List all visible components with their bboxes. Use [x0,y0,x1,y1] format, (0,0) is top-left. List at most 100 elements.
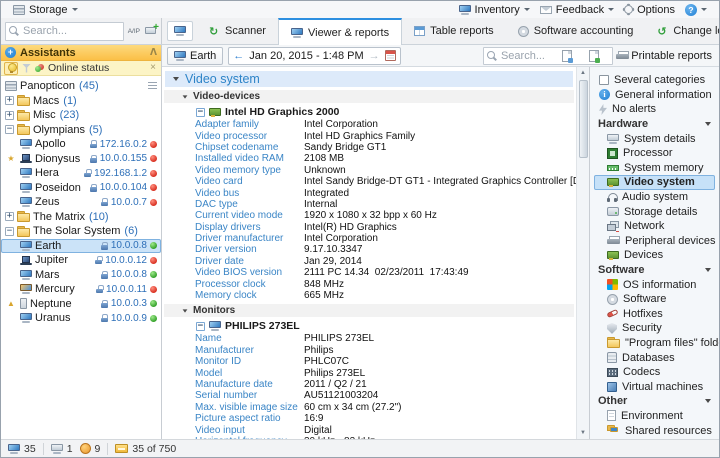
category-item-os-information[interactable]: OS information [594,277,715,292]
tree-expander-icon[interactable]: − [5,227,14,236]
search-icon [9,26,19,36]
category-section-other[interactable]: Other [594,394,715,409]
category-section-software[interactable]: Software [594,263,715,278]
sidebar-search-input[interactable] [5,22,124,41]
tree-expander-icon[interactable]: + [5,96,14,105]
category-item-shared-resources[interactable]: Shared resources [594,423,715,438]
device-node-intel-hd-graphics-2000[interactable]: −Intel HD Graphics 2000 [162,105,576,119]
category-section-hardware[interactable]: Hardware [594,117,715,132]
tree-item-apollo[interactable]: Apollo172.16.0.2 [1,137,161,152]
tree-item-macs[interactable]: +Macs(1) [1,94,161,109]
tab-change-log[interactable]: Change log [645,18,720,44]
tree-item-the-solar-system[interactable]: −The Solar System(6) [1,224,161,239]
category-item-several-categories[interactable]: Several categories [594,73,715,88]
tree-item-earth[interactable]: Earth10.0.0.8 [1,239,161,254]
tab-scanner[interactable]: Scanner [197,18,278,44]
assistants-header[interactable]: Assistants ᐱ [1,45,161,61]
category-item-devices[interactable]: Devices [594,248,715,263]
report-title-band[interactable]: Video system [165,71,573,87]
tab-label: Scanner [225,25,266,37]
tree-item-dionysus[interactable]: ★Dionysus10.0.0.155 [1,152,161,167]
tree-item-uranus[interactable]: Uranus10.0.0.9 [1,311,161,326]
online-status-assistant[interactable]: Online status × [1,61,161,76]
close-icon[interactable]: × [150,63,158,73]
next-snapshot-icon[interactable]: → [369,48,380,64]
collapse-category-icon[interactable] [705,122,711,126]
tree-expander-icon[interactable]: − [5,125,14,134]
category-item-audio-system[interactable]: Audio system [594,190,715,205]
printer-icon [607,236,620,246]
node-expander-icon[interactable]: − [196,108,205,117]
scroll-up-icon[interactable]: ▲ [577,67,590,79]
scroll-down-icon[interactable]: ▼ [577,427,590,439]
tree-item-zeus[interactable]: Zeus10.0.0.7 [1,195,161,210]
category-item-virtual-machines[interactable]: Virtual machines [594,379,715,394]
category-item-general-information[interactable]: General information [594,88,715,103]
tree-item-neptune[interactable]: ▲Neptune10.0.0.3 [1,297,161,312]
tree-expander-icon[interactable]: + [5,212,14,221]
tree-item-mercury[interactable]: Mercury10.0.0.11 [1,282,161,297]
collapse-category-icon[interactable] [705,399,711,403]
section-header-monitors[interactable]: Monitors [164,304,574,317]
collapse-category-icon[interactable] [705,268,711,272]
tree-item-ip-group: 192.168.1.2 [84,168,157,179]
tree-item-misc[interactable]: +Misc(23) [1,108,161,123]
collapse-section-icon[interactable] [183,95,188,98]
tab-software-accounting[interactable]: Software accounting [506,18,646,44]
tree-item-label: Neptune [30,298,72,310]
scrollbar-thumb[interactable] [579,80,588,158]
category-item-environment[interactable]: Environment [594,409,715,424]
tree-item-count: (5) [89,124,102,136]
device-view-button[interactable] [167,21,193,41]
category-item-processor[interactable]: Processor [594,146,715,161]
category-item-security[interactable]: Security [594,321,715,336]
category-item-video-system[interactable]: Video system [594,175,715,190]
storage-menu[interactable]: Storage [8,1,83,18]
tab-viewer-reports[interactable]: Viewer & reports [278,18,402,45]
tree-item-mars[interactable]: Mars10.0.0.8 [1,268,161,283]
category-item-network[interactable]: Network [594,219,715,234]
category-item-software[interactable]: Software [594,292,715,307]
lock-icon [90,184,97,192]
tree-item-jupiter[interactable]: Jupiter10.0.0.12 [1,253,161,268]
help-menu[interactable]: ? [680,4,712,16]
options-button[interactable]: Options [619,4,680,16]
collapse-section-icon[interactable] [183,309,188,312]
tree-display-options-icon[interactable] [148,82,157,90]
add-device-icon[interactable] [144,26,157,37]
tree-item-panopticon[interactable]: Panopticon(45) [1,79,161,94]
node-expander-icon[interactable]: − [196,322,205,331]
collapse-panel-icon[interactable]: ᐱ [150,48,157,57]
calendar-icon[interactable] [385,50,396,61]
inventory-menu[interactable]: Inventory [454,4,535,16]
category-item-system-memory[interactable]: System memory [594,161,715,176]
tree-item-olympians[interactable]: −Olympians(5) [1,123,161,138]
category-item-peripheral-devices[interactable]: Peripheral devices [594,234,715,249]
filter-icon[interactable] [22,64,31,73]
previous-snapshot-icon[interactable]: ← [233,48,244,64]
current-device-button[interactable]: Earth [167,47,223,65]
highlight-toggle-button[interactable] [4,62,18,75]
vertical-scrollbar[interactable]: ▲ ▼ [576,67,589,439]
category-item-system-details[interactable]: System details [594,131,715,146]
section-header-video-devices[interactable]: Video-devices [164,90,574,103]
feedback-menu[interactable]: Feedback [535,4,619,16]
tree-item-hera[interactable]: Hera192.168.1.2 [1,166,161,181]
device-node-philips-273el[interactable]: −PHILIPS 273EL [162,319,576,333]
computer-icon [20,168,32,178]
property-label: Serial number [162,390,304,401]
collapse-report-icon[interactable] [173,77,179,81]
category-item-program-files-folder[interactable]: "Program files" folder [594,336,715,351]
add-assistant-icon[interactable] [5,47,16,58]
tree-expander-icon[interactable]: + [5,111,14,120]
category-item-storage-details[interactable]: Storage details [594,204,715,219]
category-item-no-alerts[interactable]: No alerts [594,102,715,117]
category-item-hotfixes[interactable]: Hotfixes [594,307,715,322]
tree-item-poseidon[interactable]: Poseidon10.0.0.104 [1,181,161,196]
category-item-codecs[interactable]: Codecs [594,365,715,380]
category-item-databases[interactable]: Databases [594,350,715,365]
tree-item-the-matrix[interactable]: +The Matrix(10) [1,210,161,225]
tab-table-reports[interactable]: Table reports [402,18,506,44]
printable-reports-button[interactable]: Printable reports [614,50,714,62]
sort-by-name-ip-icon[interactable]: A/IP [128,27,140,36]
